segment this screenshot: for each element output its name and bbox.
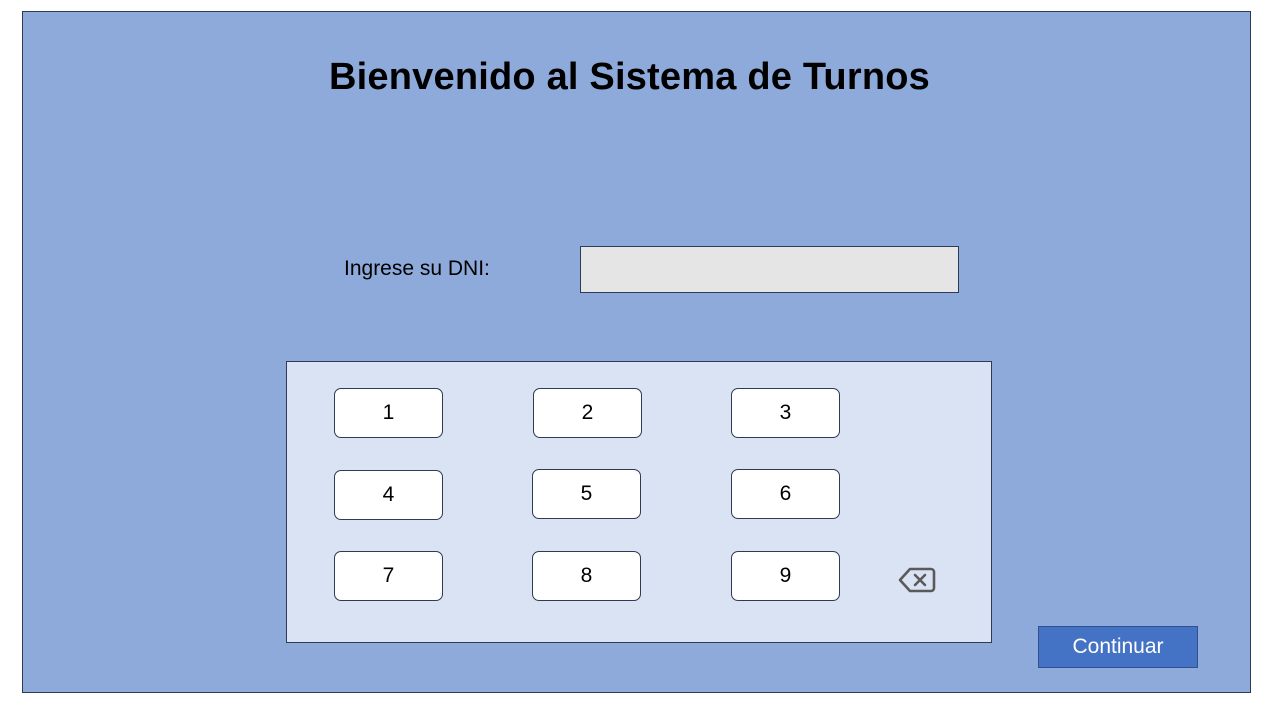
key-9[interactable]: 9 [731, 551, 840, 601]
key-2[interactable]: 2 [533, 388, 642, 438]
key-4[interactable]: 4 [334, 470, 443, 520]
key-3[interactable]: 3 [731, 388, 840, 438]
key-5[interactable]: 5 [532, 469, 641, 519]
backspace-icon[interactable] [895, 564, 939, 596]
key-8[interactable]: 8 [532, 551, 641, 601]
dni-input[interactable] [580, 246, 959, 293]
key-1[interactable]: 1 [334, 388, 443, 438]
turnos-screen: Bienvenido al Sistema de Turnos Ingrese … [22, 11, 1251, 693]
key-6[interactable]: 6 [731, 469, 840, 519]
page-title: Bienvenido al Sistema de Turnos [329, 56, 930, 98]
dni-label: Ingrese su DNI: [344, 257, 490, 280]
key-7[interactable]: 7 [334, 551, 443, 601]
continue-button[interactable]: Continuar [1038, 626, 1198, 668]
backspace-icon-glyph [898, 567, 936, 593]
numeric-keypad: 1 2 3 4 5 6 7 8 9 [286, 361, 992, 643]
